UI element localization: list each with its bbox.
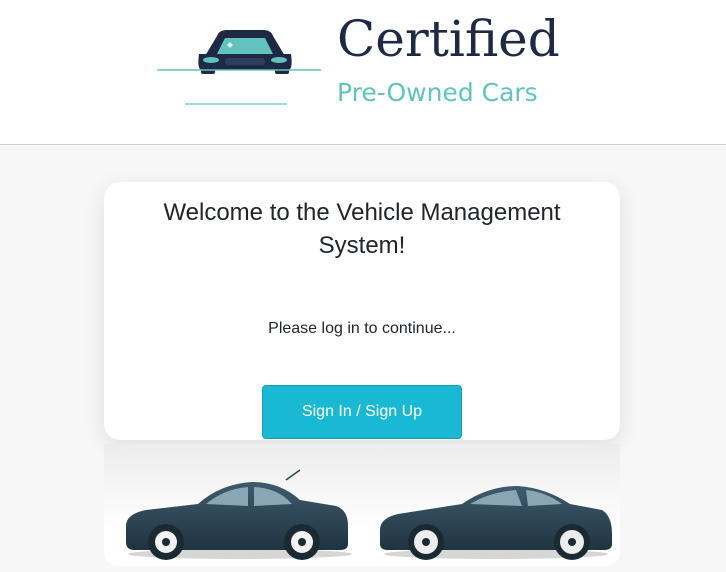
welcome-card: Welcome to the Vehicle Management System… <box>104 182 620 440</box>
sports-car-icon <box>380 486 612 560</box>
cars-banner <box>104 444 620 566</box>
sedan-car-icon <box>126 469 352 560</box>
sign-in-button[interactable]: Sign In / Sign Up <box>262 385 462 439</box>
login-prompt: Please log in to continue... <box>268 320 456 337</box>
logo-subtitle: Pre-Owned Cars <box>337 78 538 107</box>
site-header: Certified Pre-Owned Cars <box>0 0 726 145</box>
car-icon <box>157 30 321 105</box>
logo-title: Certified <box>337 10 560 68</box>
welcome-heading: Welcome to the Vehicle Management System… <box>163 199 561 259</box>
